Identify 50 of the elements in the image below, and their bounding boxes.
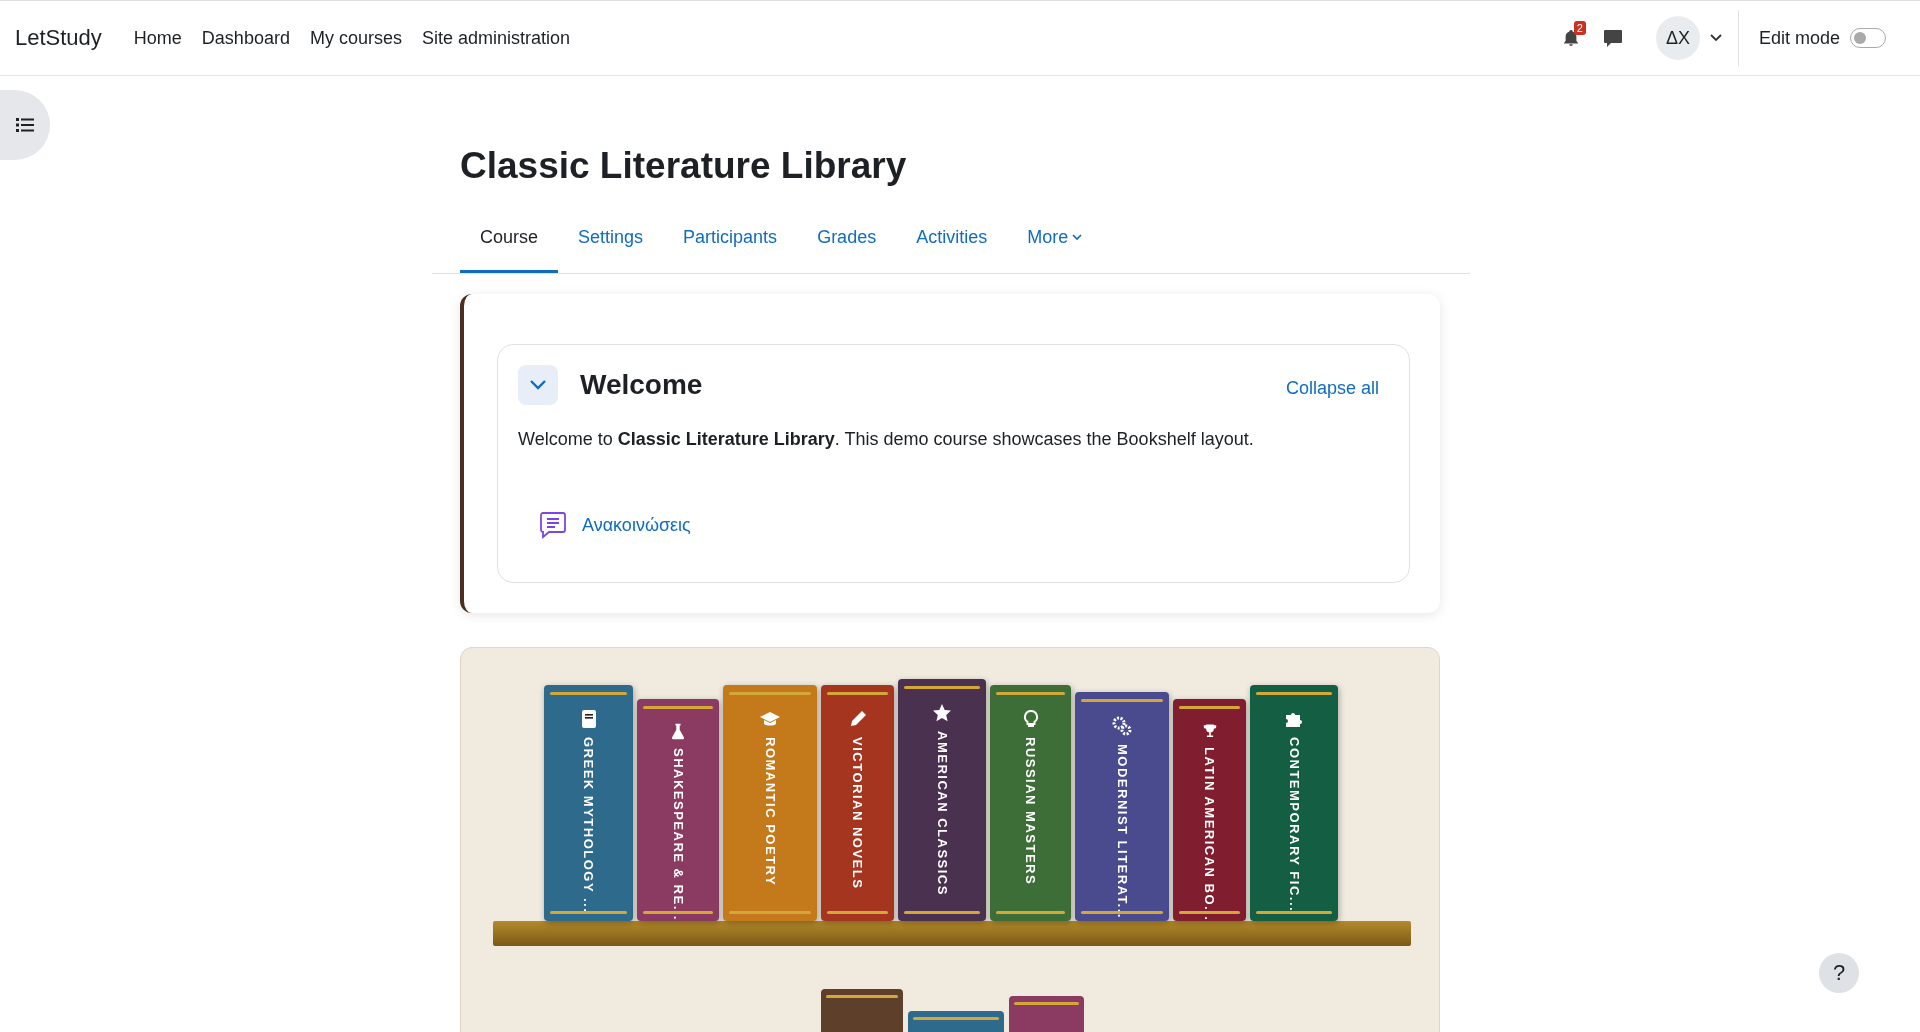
chat-bubble-icon: [1602, 28, 1623, 48]
course-tab[interactable]: Settings: [558, 207, 664, 273]
book-title: RUSSIAN MASTERS: [1023, 737, 1038, 886]
book-title: MODERNIST LITERAT...: [1114, 744, 1130, 919]
collapse-button[interactable]: [518, 365, 558, 405]
course-tab[interactable]: Course: [460, 207, 559, 273]
book-spine[interactable]: MODERNIST LITERAT...: [1075, 692, 1169, 921]
forum-icon: [538, 510, 568, 540]
book-spine[interactable]: CONTEMPORARY FIC...: [1250, 685, 1338, 921]
edit-mode-label: Edit mode: [1758, 27, 1840, 49]
course-index-button[interactable]: [0, 90, 50, 160]
star-icon: [932, 703, 952, 723]
book-spine[interactable]: VICTORIAN NOVELS: [821, 685, 894, 921]
book-title: CONTEMPORARY FIC...: [1286, 737, 1302, 913]
notifications-button[interactable]: 2: [1553, 21, 1588, 55]
book-title: VICTORIAN NOVELS: [850, 737, 865, 890]
nav-link[interactable]: My courses: [299, 21, 412, 55]
collapse-all-link[interactable]: Collapse all: [1285, 371, 1379, 399]
section-title: Welcome: [580, 369, 703, 401]
book-spine[interactable]: LATIN AMERICAN BO...: [1173, 699, 1246, 921]
section-summary: Welcome to Classic Literature Library. This demo course showcases the Bookshelf layout.: [518, 429, 1255, 450]
list-icon: [16, 118, 34, 132]
user-avatar[interactable]: ΔX: [1655, 16, 1700, 60]
nav-link[interactable]: Site administration: [411, 21, 581, 55]
nav-link[interactable]: Dashboard: [191, 21, 300, 55]
book-title: SHAKESPEARE & RE...: [670, 748, 686, 921]
book-spine[interactable]: AMERICAN CLASSICS: [898, 679, 986, 921]
book-spine[interactable]: RUSSIAN MASTERS: [990, 685, 1071, 921]
course-title: Classic Literature Library: [460, 145, 908, 187]
chevron-icon: [530, 380, 546, 390]
site-brand[interactable]: LetStudy: [15, 25, 102, 51]
edit-mode-toggle[interactable]: [1850, 28, 1886, 48]
caret-icon[interactable]: [1709, 34, 1722, 42]
book-title: GREEK MYTHOLOGY ...: [581, 737, 596, 914]
book-title: AMERICAN CLASSICS: [934, 731, 950, 896]
course-tab[interactable]: Grades: [797, 207, 897, 273]
notification-count: 2: [1573, 21, 1586, 35]
book-title: ROMANTIC POETRY: [762, 737, 778, 887]
caret-icon: [1072, 234, 1083, 241]
activity-link[interactable]: Ανακοινώσεις: [582, 514, 691, 536]
help-button[interactable]: ?: [1819, 953, 1859, 993]
course-tab[interactable]: Activities: [896, 207, 1008, 273]
book-spine[interactable]: GREEK MYTHOLOGY ...: [544, 685, 633, 921]
nav-link[interactable]: Home: [123, 21, 192, 55]
book-spine[interactable]: SHAKESPEARE & RE...: [637, 699, 719, 921]
book-title: LATIN AMERICAN BO...: [1202, 746, 1217, 921]
book-spine[interactable]: [821, 989, 903, 1032]
course-tab[interactable]: Participants: [663, 207, 798, 273]
gears-icon: [1112, 716, 1132, 736]
course-tab[interactable]: More: [1007, 207, 1103, 273]
